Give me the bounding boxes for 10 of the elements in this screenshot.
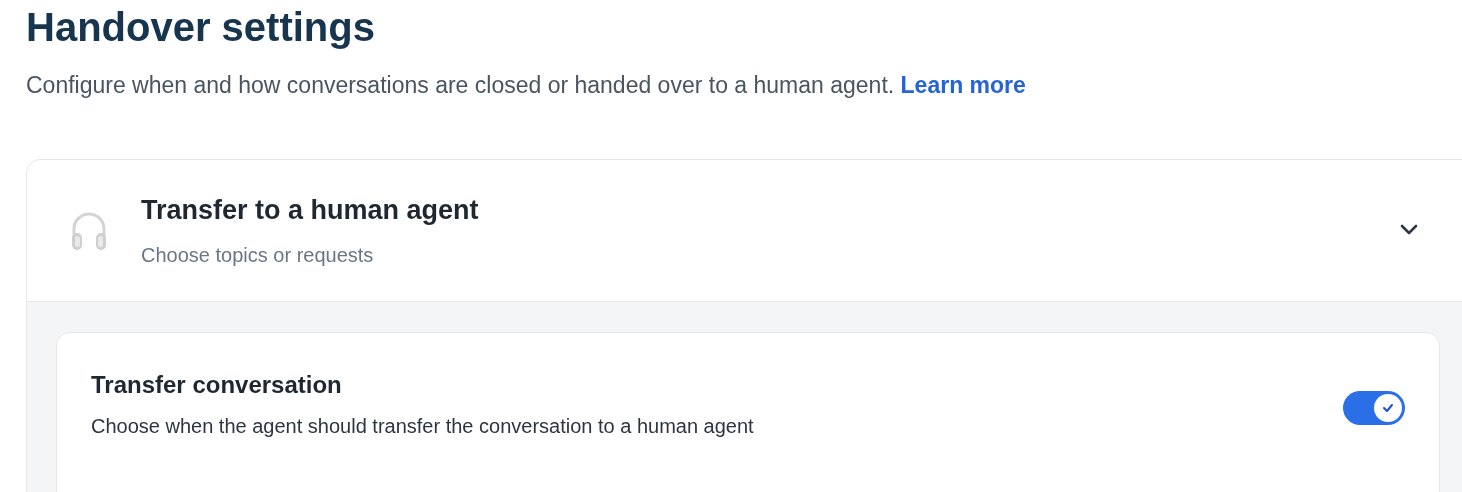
page-description: Configure when and how conversations are closed or handed over to a human agent. [26, 72, 895, 98]
page-title: Handover settings [26, 4, 376, 51]
section-title: Transfer to a human agent [141, 194, 480, 226]
check-icon [1382, 403, 1394, 413]
toggle-switch[interactable] [1343, 391, 1405, 425]
section-subtitle: Choose topics or requests [141, 243, 375, 267]
learn-more-link[interactable]: Learn more [900, 72, 1026, 98]
setting-title: Transfer conversation [91, 371, 343, 399]
chevron-icon[interactable] [1400, 224, 1418, 235]
setting-description: Choose when the agent should transfer the conversation to a human agent [91, 415, 755, 438]
